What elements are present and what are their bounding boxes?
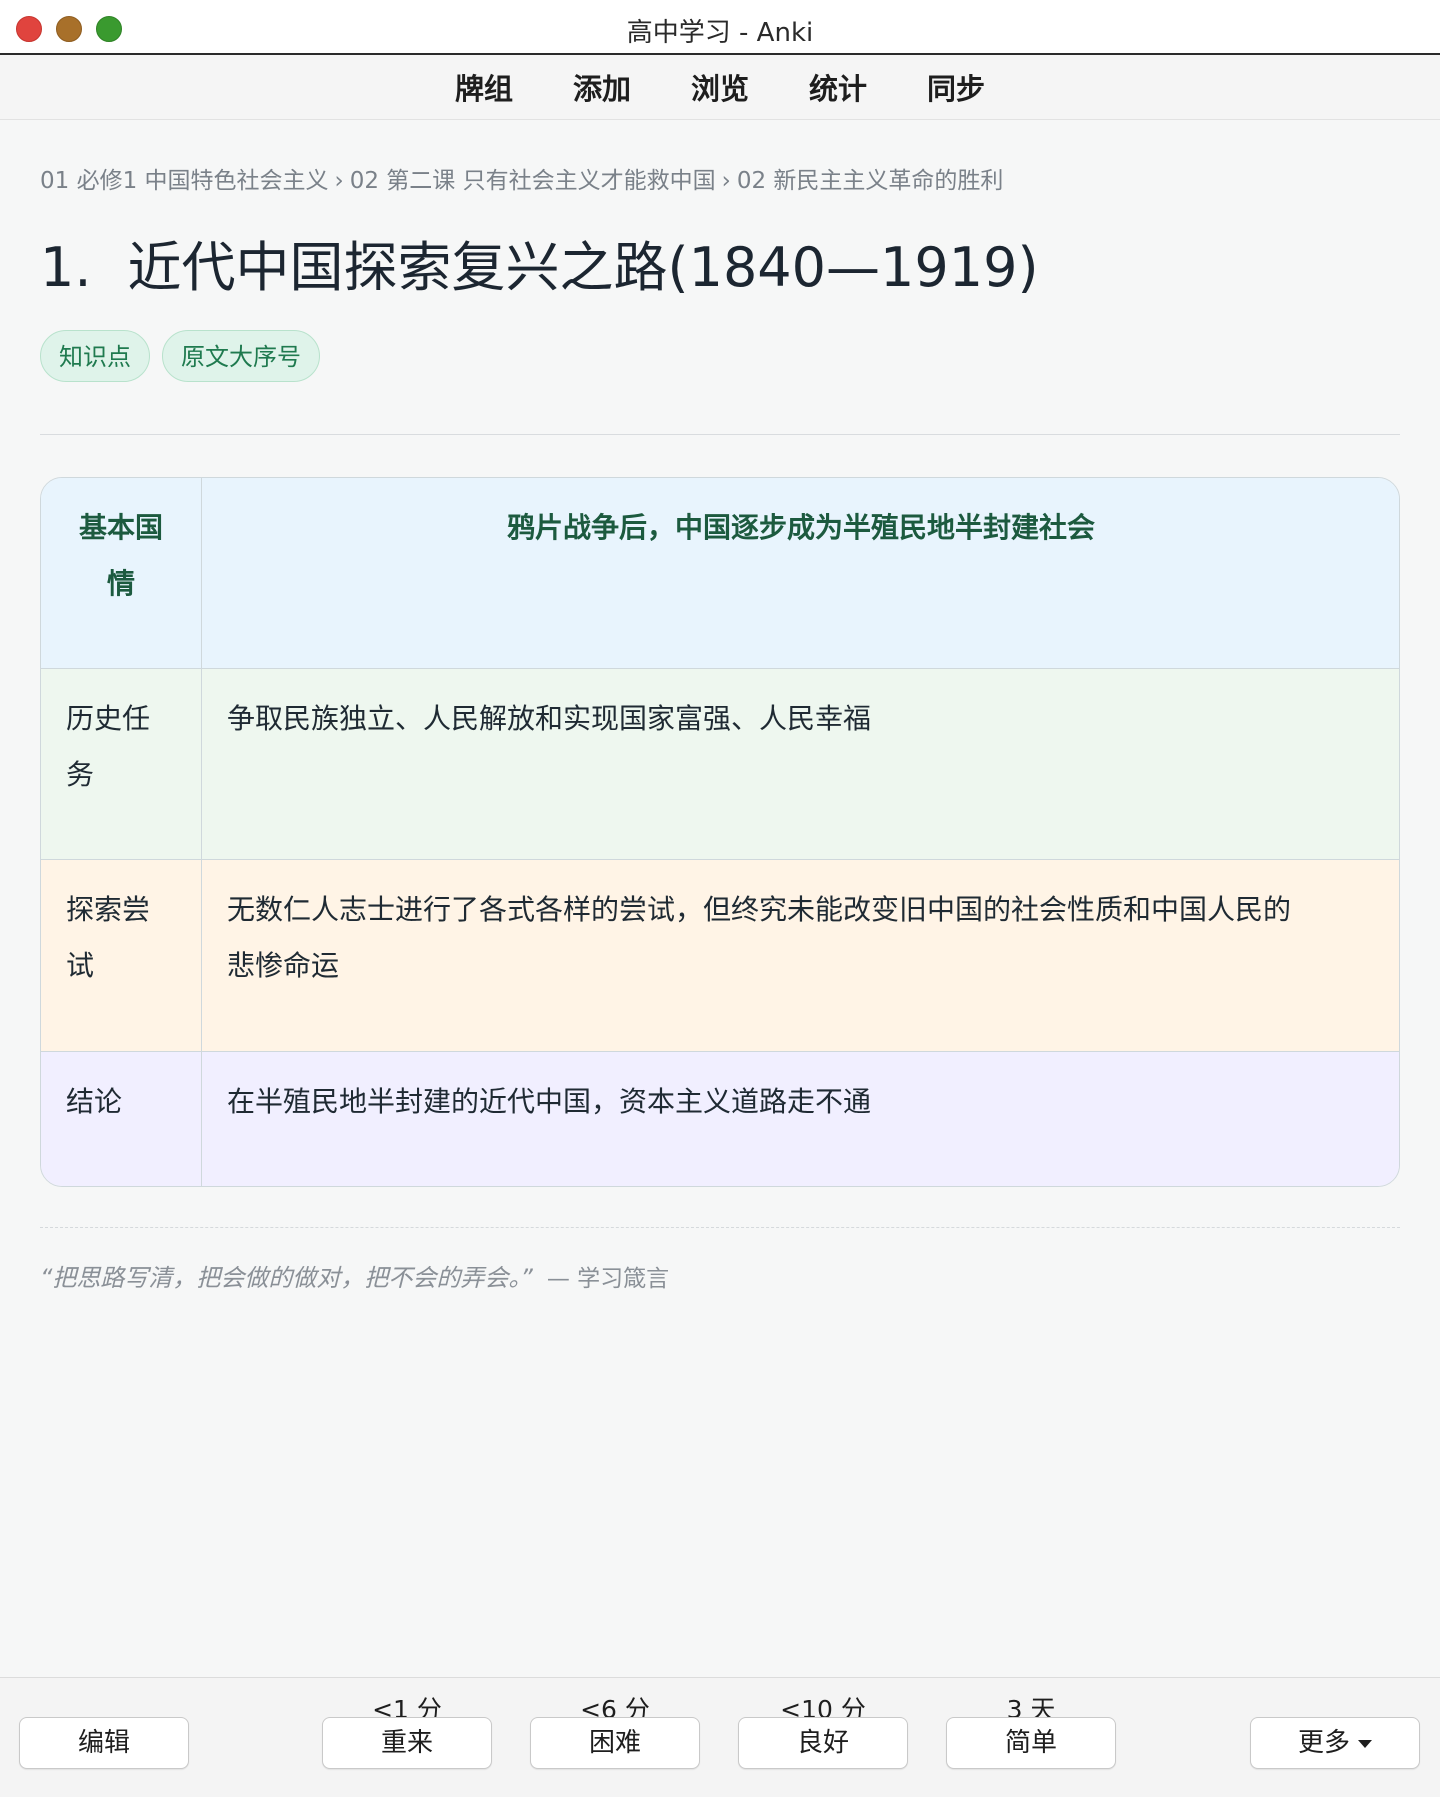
breadcrumb-item: 02 新民主主义革命的胜利 <box>736 168 1004 194</box>
row-label: 历史任务 <box>41 669 202 859</box>
section-divider <box>40 434 1400 435</box>
motto-quote: “把思路写清，把会做的做对，把不会的弄会。” — 学习箴言 <box>40 1258 1400 1293</box>
table-row: 历史任务 争取民族独立、人民解放和实现国家富强、人民幸福 <box>41 668 1399 859</box>
card-title-text: 近代中国探索复兴之路(1840—1919) <box>127 236 1039 299</box>
knowledge-table: 基本国情 鸦片战争后，中国逐步成为半殖民地半封建社会 历史任务 争取民族独立、人… <box>40 477 1400 1187</box>
window-titlebar: 高中学习 - Anki <box>0 0 1440 55</box>
toolbar-decks-button[interactable]: 牌组 <box>453 66 515 108</box>
toolbar-sync-button[interactable]: 同步 <box>925 66 987 108</box>
toolbar-stats-button[interactable]: 统计 <box>807 66 869 108</box>
card-content: 01 必修1 中国特色社会主义 › 02 第二课 只有社会主义才能救中国 › 02 新民… <box>40 119 1400 1293</box>
row-label: 探索尝试 <box>41 860 202 1051</box>
main-toolbar: 牌组 添加 浏览 统计 同步 <box>0 55 1440 120</box>
card-title-number: 1. <box>40 236 92 299</box>
review-bar: 编辑 <1 分 重来 <6 分 困难 <10 分 良好 3 天 简单 更多 <box>0 1677 1440 1797</box>
breadcrumb-item: 02 第二课 只有社会主义才能救中国 <box>349 168 716 194</box>
more-button[interactable]: 更多 <box>1250 1717 1420 1769</box>
tag-badge: 原文大序号 <box>162 330 320 382</box>
row-label: 基本国情 <box>41 478 202 668</box>
row-content: 争取民族独立、人民解放和实现国家富强、人民幸福 <box>227 702 872 735</box>
breadcrumb-separator: › <box>721 168 731 194</box>
easy-button[interactable]: 简单 <box>946 1717 1116 1769</box>
good-button[interactable]: 良好 <box>738 1717 908 1769</box>
breadcrumb-separator: › <box>334 168 344 194</box>
caret-down-icon <box>1358 1739 1372 1748</box>
row-content: 鸦片战争后，中国逐步成为半殖民地半封建社会 <box>506 511 1095 544</box>
tag-list: 知识点 原文大序号 <box>40 330 1400 382</box>
card-title: 1. 近代中国探索复兴之路(1840—1919) <box>40 223 1400 302</box>
quote-divider <box>40 1227 1400 1228</box>
window-title: 高中学习 - Anki <box>626 18 814 48</box>
row-label: 结论 <box>41 1052 202 1186</box>
row-content: 无数仁人志士进行了各式各样的尝试，但终究未能改变旧中国的社会性质和中国人民的 悲惨… <box>227 893 1292 982</box>
table-row: 探索尝试 无数仁人志士进行了各式各样的尝试，但终究未能改变旧中国的社会性质和中国… <box>41 859 1399 1051</box>
quote-source: — 学习箴言 <box>546 1266 670 1292</box>
table-row: 结论 在半殖民地半封建的近代中国，资本主义道路走不通 <box>41 1051 1399 1186</box>
breadcrumb: 01 必修1 中国特色社会主义 › 02 第二课 只有社会主义才能救中国 › 02 新民… <box>40 161 1400 195</box>
hard-button[interactable]: 困难 <box>530 1717 700 1769</box>
table-row: 基本国情 鸦片战争后，中国逐步成为半殖民地半封建社会 <box>41 478 1399 668</box>
more-button-label: 更多 <box>1297 1728 1350 1758</box>
toolbar-browse-button[interactable]: 浏览 <box>689 66 751 108</box>
row-content: 在半殖民地半封建的近代中国，资本主义道路走不通 <box>227 1085 872 1118</box>
tag-badge: 知识点 <box>40 330 150 382</box>
breadcrumb-item: 01 必修1 中国特色社会主义 <box>40 168 329 194</box>
toolbar-add-button[interactable]: 添加 <box>571 66 633 108</box>
edit-button[interactable]: 编辑 <box>19 1717 189 1769</box>
again-button[interactable]: 重来 <box>322 1717 492 1769</box>
quote-text: “把思路写清，把会做的做对，把不会的弄会。” <box>40 1264 533 1292</box>
